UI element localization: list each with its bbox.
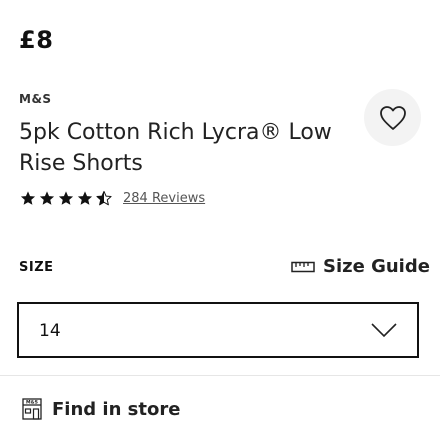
product-price: £8	[19, 26, 54, 54]
product-brand: M&S	[19, 92, 52, 106]
find-in-store-button[interactable]: M&S Find in store	[22, 398, 180, 420]
ruler-icon	[291, 261, 315, 272]
reviews-link[interactable]: 284 Reviews	[123, 191, 205, 206]
star-full-icon	[39, 191, 55, 205]
store-icon: M&S	[22, 398, 42, 420]
size-label: SIZE	[19, 260, 54, 275]
find-in-store-label: Find in store	[52, 398, 181, 420]
size-guide-link[interactable]: Size Guide	[291, 256, 430, 277]
product-title: 5pk Cotton Rich Lycra® Low Rise Shorts	[19, 120, 332, 176]
divider	[0, 375, 440, 376]
star-full-icon	[20, 191, 36, 205]
heart-icon	[379, 105, 406, 130]
store-icon-text: M&S	[26, 400, 38, 406]
chevron-down-icon	[371, 323, 397, 338]
size-select-value: 14	[39, 321, 61, 341]
star-full-icon	[58, 191, 74, 205]
rating-stars	[19, 190, 113, 207]
star-full-icon	[77, 191, 93, 205]
star-half-icon	[96, 190, 112, 206]
size-select[interactable]: 14	[17, 302, 419, 358]
wishlist-button[interactable]	[364, 89, 421, 146]
size-guide-label: Size Guide	[323, 256, 430, 277]
